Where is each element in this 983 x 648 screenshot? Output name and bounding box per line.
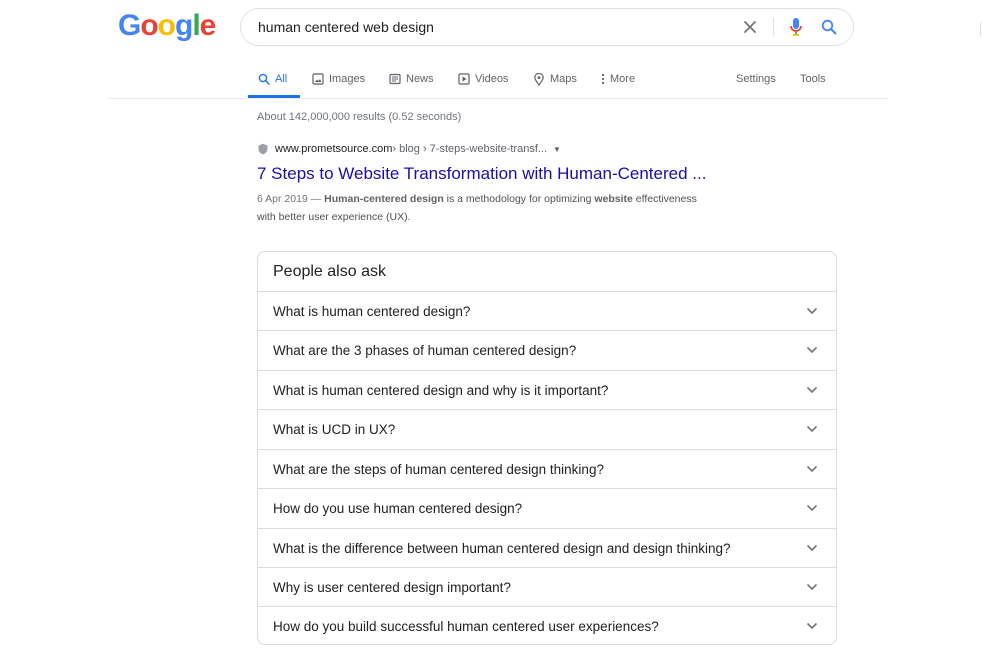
paa-question-row[interactable]: How do you use human centered design? [258, 488, 836, 527]
google-logo[interactable]: Google [118, 9, 217, 42]
paa-question: Why is user centered design important? [273, 579, 511, 595]
tools-link[interactable]: Tools [800, 60, 826, 98]
tab-videos[interactable]: Videos [458, 60, 508, 98]
settings-label: Settings [736, 73, 776, 85]
settings-link[interactable]: Settings [736, 60, 776, 98]
more-vert-icon [601, 73, 605, 85]
paa-question: What is UCD in UX? [273, 421, 396, 437]
logo-letter: G [118, 9, 141, 42]
search-icon [821, 19, 837, 35]
paa-question-row[interactable]: What is human centered design and why is… [258, 370, 836, 409]
result-menu-arrow[interactable]: ▼ [553, 145, 561, 154]
logo-letter: l [192, 9, 200, 42]
voice-search-button[interactable] [784, 9, 808, 45]
logo-letter: g [175, 9, 193, 42]
result-domain[interactable]: www.prometsource.com [275, 143, 392, 155]
tab-more[interactable]: More [601, 60, 635, 98]
tab-label: Maps [550, 73, 577, 85]
paa-question: How do you use human centered design? [273, 500, 523, 516]
search-box [240, 8, 854, 46]
search-divider [773, 18, 774, 36]
chevron-down-icon [806, 489, 818, 527]
tab-images[interactable]: Images [312, 60, 365, 98]
map-pin-icon [533, 72, 545, 86]
header-divider [108, 98, 888, 99]
tab-label: Videos [475, 73, 509, 85]
microphone-icon [790, 18, 802, 36]
paa-question: What is human centered design and why is… [273, 382, 609, 398]
paa-question: What are the 3 phases of human centered … [273, 342, 577, 358]
paa-title: People also ask [273, 263, 386, 280]
close-icon [744, 21, 756, 33]
logo-letter: o [157, 9, 176, 42]
result-path: › blog › 7-steps-website-transf... [392, 143, 548, 155]
newspaper-icon [389, 73, 401, 85]
chevron-down-icon [806, 568, 818, 606]
snippet-text: effectiveness [632, 193, 697, 205]
tools-label: Tools [800, 73, 826, 85]
paa-question-row[interactable]: How do you build successful human center… [258, 606, 836, 645]
result-date: 6 Apr 2019 — [257, 193, 325, 205]
people-also-ask-panel: People also ask What is human centered d… [257, 251, 837, 645]
search-tabs: All Images News Videos Maps More Setting… [0, 60, 983, 98]
chevron-down-icon [806, 371, 818, 409]
image-icon [312, 73, 324, 85]
logo-letter: o [140, 9, 158, 42]
tab-news[interactable]: News [389, 60, 434, 98]
paa-question: How do you build successful human center… [273, 618, 659, 634]
window-edge-divider [980, 22, 981, 36]
chevron-down-icon [806, 292, 818, 330]
tab-label: All [275, 73, 288, 85]
result-stats: About 142,000,000 results (0.52 seconds) [257, 111, 462, 123]
play-icon [458, 73, 470, 85]
chevron-down-icon [806, 331, 818, 369]
tab-label: News [406, 73, 434, 85]
chevron-down-icon [806, 450, 818, 488]
search-icon [258, 73, 270, 85]
snippet-bold: Human-centered design [324, 193, 444, 205]
chevron-down-icon [806, 607, 818, 645]
paa-question: What are the steps of human centered des… [273, 461, 604, 477]
paa-question-row[interactable]: Why is user centered design important? [258, 567, 836, 606]
logo-letter: e [199, 9, 217, 42]
paa-question-row[interactable]: What are the 3 phases of human centered … [258, 330, 836, 369]
paa-question-row[interactable]: What is UCD in UX? [258, 409, 836, 448]
snippet-bold: website [594, 193, 633, 205]
paa-question-row[interactable]: What is the difference between human cen… [258, 528, 836, 567]
tab-all[interactable]: All [258, 60, 287, 98]
tab-label: More [610, 73, 636, 85]
result-snippet: 6 Apr 2019 — Human-centered design is a … [257, 190, 797, 226]
result-breadcrumb: www.prometsource.com › blog › 7-steps-we… [257, 143, 561, 155]
paa-question-row[interactable]: What is human centered design? [258, 291, 836, 330]
snippet-text: with better user experience (UX). [257, 211, 411, 223]
chevron-down-icon [806, 410, 818, 448]
paa-question-row[interactable]: What are the steps of human centered des… [258, 449, 836, 488]
paa-question: What is human centered design? [273, 303, 471, 319]
search-input[interactable] [258, 9, 718, 45]
shield-icon [258, 143, 268, 155]
result-title-link[interactable]: 7 Steps to Website Transformation with H… [257, 164, 706, 184]
paa-question: What is the difference between human cen… [273, 540, 731, 556]
snippet-text: is a methodology for optimizing [443, 193, 595, 205]
tab-label: Images [329, 73, 366, 85]
chevron-down-icon [806, 529, 818, 567]
clear-search-button[interactable] [737, 9, 763, 45]
search-button[interactable] [817, 9, 841, 45]
tab-maps[interactable]: Maps [533, 60, 577, 98]
